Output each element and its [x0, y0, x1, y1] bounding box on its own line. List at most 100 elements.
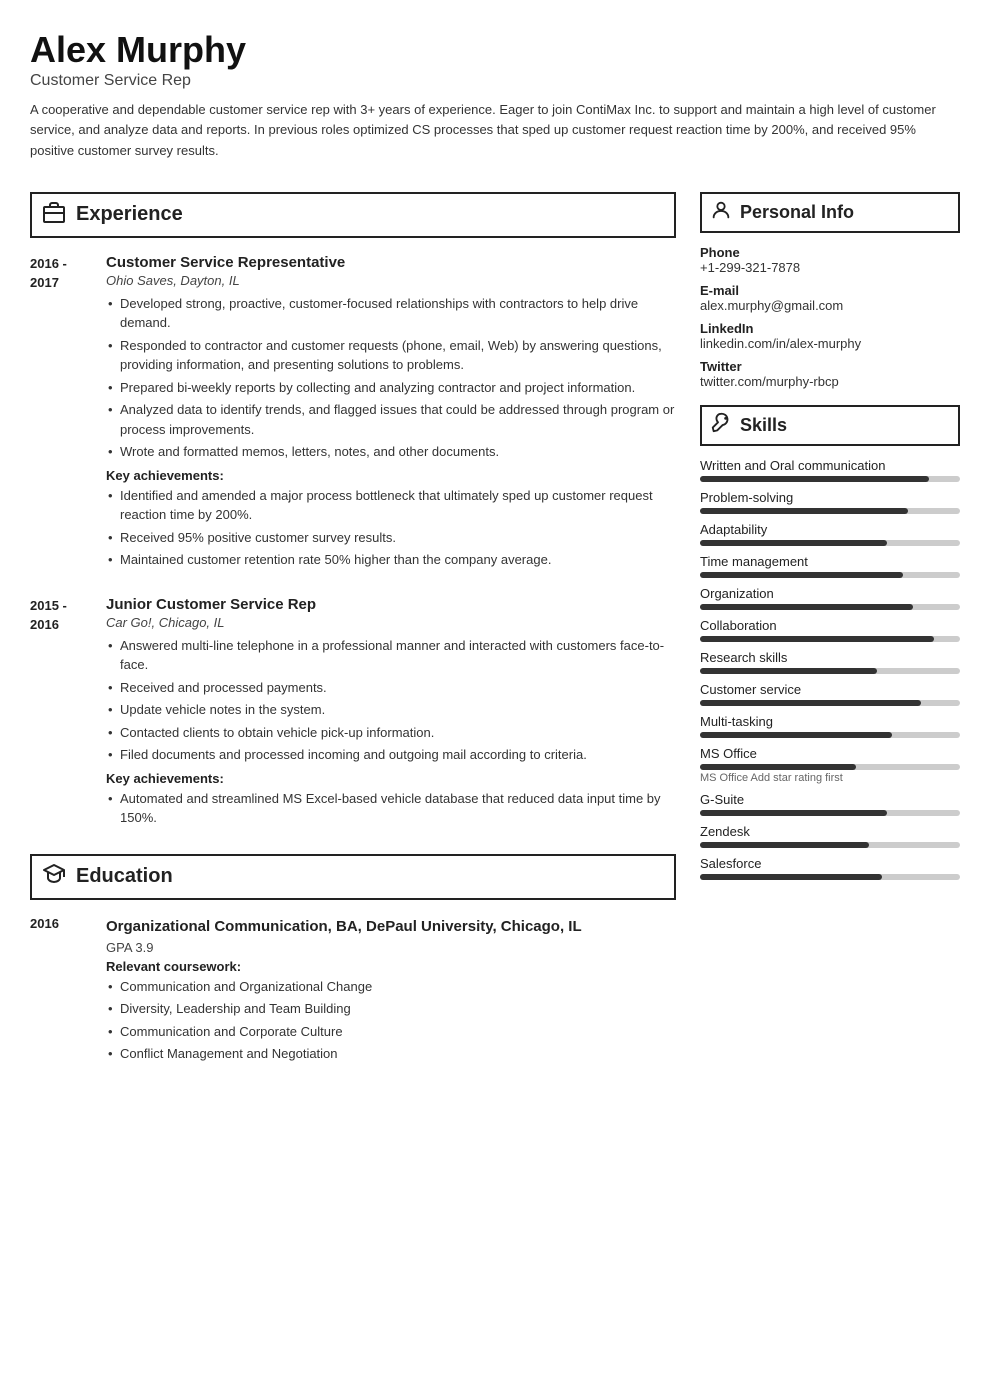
exp-achievements-1: Identified and amended a major process b… [106, 486, 676, 570]
skill-bar-fill-11 [700, 842, 869, 848]
skill-item-0: Written and Oral communication [700, 458, 960, 482]
education-icon [42, 862, 66, 892]
skill-bar-bg-4 [700, 604, 960, 610]
resume-container: Alex Murphy Customer Service Rep A coope… [0, 0, 990, 1107]
exp-achievements-2: Automated and streamlined MS Excel-based… [106, 789, 676, 828]
skill-bar-fill-7 [700, 700, 921, 706]
exp-date-1: 2016 - 2017 [30, 254, 90, 576]
key-achievements-label-1: Key achievements: [106, 468, 676, 483]
skill-item-1: Problem-solving [700, 490, 960, 514]
exp-bullet: Developed strong, proactive, customer-fo… [106, 294, 676, 333]
exp-bullet: Responded to contractor and customer req… [106, 336, 676, 375]
skill-bar-bg-3 [700, 572, 960, 578]
skill-bar-fill-2 [700, 540, 887, 546]
skill-bar-bg-0 [700, 476, 960, 482]
experience-section-header: Experience [30, 192, 676, 238]
linkedin-label: LinkedIn [700, 321, 960, 336]
experience-icon [42, 200, 66, 230]
education-label: Education [76, 865, 173, 888]
exp-company-1: Ohio Saves, Dayton, IL [106, 273, 676, 288]
exp-bullet: Update vehicle notes in the system. [106, 700, 676, 720]
skill-bar-bg-1 [700, 508, 960, 514]
edu-date-1: 2016 [30, 916, 90, 1067]
skill-bar-fill-10 [700, 810, 887, 816]
exp-bullet: Received and processed payments. [106, 678, 676, 698]
skills-icon [710, 412, 732, 439]
edu-degree-1: Organizational Communication, BA, DePaul… [106, 916, 676, 937]
skill-item-12: Salesforce [700, 856, 960, 880]
coursework-item: Conflict Management and Negotiation [106, 1044, 676, 1064]
edu-content-1: Organizational Communication, BA, DePaul… [106, 916, 676, 1067]
skill-bar-bg-8 [700, 732, 960, 738]
personal-info-label: Personal Info [740, 202, 854, 223]
phone-label: Phone [700, 245, 960, 260]
exp-bullets-2: Answered multi-line telephone in a profe… [106, 636, 676, 765]
exp-bullets-1: Developed strong, proactive, customer-fo… [106, 294, 676, 462]
personal-info-section-header: Personal Info [700, 192, 960, 233]
skill-bar-fill-4 [700, 604, 913, 610]
skill-bar-fill-1 [700, 508, 908, 514]
exp-content-2: Junior Customer Service Rep Car Go!, Chi… [106, 596, 676, 834]
exp-bullet: Prepared bi-weekly reports by collecting… [106, 378, 676, 398]
exp-content-1: Customer Service Representative Ohio Sav… [106, 254, 676, 576]
coursework-item: Communication and Organizational Change [106, 977, 676, 997]
edu-coursework-list-1: Communication and Organizational Change … [106, 977, 676, 1064]
education-section-header: Education [30, 854, 676, 900]
edu-coursework-label-1: Relevant coursework: [106, 959, 676, 974]
skill-bar-bg-7 [700, 700, 960, 706]
exp-bullet: Wrote and formatted memos, letters, note… [106, 442, 676, 462]
personal-info-twitter: Twitter twitter.com/murphy-rbcp [700, 359, 960, 389]
skill-item-5: Collaboration [700, 618, 960, 642]
two-col-layout: Experience 2016 - 2017 Customer Service … [30, 192, 960, 1077]
achievement-bullet: Maintained customer retention rate 50% h… [106, 550, 676, 570]
linkedin-value: linkedin.com/in/alex-murphy [700, 336, 960, 351]
experience-entry-2: 2015 - 2016 Junior Customer Service Rep … [30, 596, 676, 834]
candidate-name: Alex Murphy [30, 30, 960, 70]
skills-section: Skills Written and Oral communication Pro… [700, 405, 960, 880]
coursework-item: Diversity, Leadership and Team Building [106, 999, 676, 1019]
skill-item-2: Adaptability [700, 522, 960, 546]
personal-info-linkedin: LinkedIn linkedin.com/in/alex-murphy [700, 321, 960, 351]
skill-name-3: Time management [700, 554, 960, 569]
skill-item-4: Organization [700, 586, 960, 610]
skill-name-4: Organization [700, 586, 960, 601]
skill-item-10: G-Suite [700, 792, 960, 816]
job-title: Customer Service Rep [30, 72, 960, 90]
skill-name-12: Salesforce [700, 856, 960, 871]
skill-name-9: MS Office [700, 746, 960, 761]
education-entry-1: 2016 Organizational Communication, BA, D… [30, 916, 676, 1067]
skill-bar-fill-9 [700, 764, 856, 770]
skills-label: Skills [740, 415, 787, 436]
education-list: 2016 Organizational Communication, BA, D… [30, 916, 676, 1067]
experience-entry-1: 2016 - 2017 Customer Service Representat… [30, 254, 676, 576]
personal-info-phone: Phone +1-299-321-7878 [700, 245, 960, 275]
edu-gpa-1: GPA 3.9 [106, 940, 676, 955]
skill-item-7: Customer service [700, 682, 960, 706]
skill-bar-bg-10 [700, 810, 960, 816]
skill-bar-bg-5 [700, 636, 960, 642]
exp-company-2: Car Go!, Chicago, IL [106, 615, 676, 630]
skill-bar-fill-6 [700, 668, 877, 674]
right-col: Personal Info Phone +1-299-321-7878 E-ma… [700, 192, 960, 1077]
skill-name-5: Collaboration [700, 618, 960, 633]
skill-bar-bg-11 [700, 842, 960, 848]
twitter-label: Twitter [700, 359, 960, 374]
achievement-bullet: Identified and amended a major process b… [106, 486, 676, 525]
summary: A cooperative and dependable customer se… [30, 100, 960, 162]
personal-info-icon [710, 199, 732, 226]
exp-bullet: Analyzed data to identify trends, and fl… [106, 400, 676, 439]
skill-bar-fill-5 [700, 636, 934, 642]
skill-item-9: MS Office MS Office Add star rating first [700, 746, 960, 784]
skill-name-10: G-Suite [700, 792, 960, 807]
email-value: alex.murphy@gmail.com [700, 298, 960, 313]
skill-bar-bg-12 [700, 874, 960, 880]
skill-name-7: Customer service [700, 682, 960, 697]
skill-item-8: Multi-tasking [700, 714, 960, 738]
phone-value: +1-299-321-7878 [700, 260, 960, 275]
skill-item-11: Zendesk [700, 824, 960, 848]
skills-list: Written and Oral communication Problem-so… [700, 458, 960, 880]
experience-label: Experience [76, 203, 183, 226]
personal-info-email: E-mail alex.murphy@gmail.com [700, 283, 960, 313]
skill-note-9: MS Office Add star rating first [700, 772, 960, 784]
exp-title-2: Junior Customer Service Rep [106, 596, 676, 613]
